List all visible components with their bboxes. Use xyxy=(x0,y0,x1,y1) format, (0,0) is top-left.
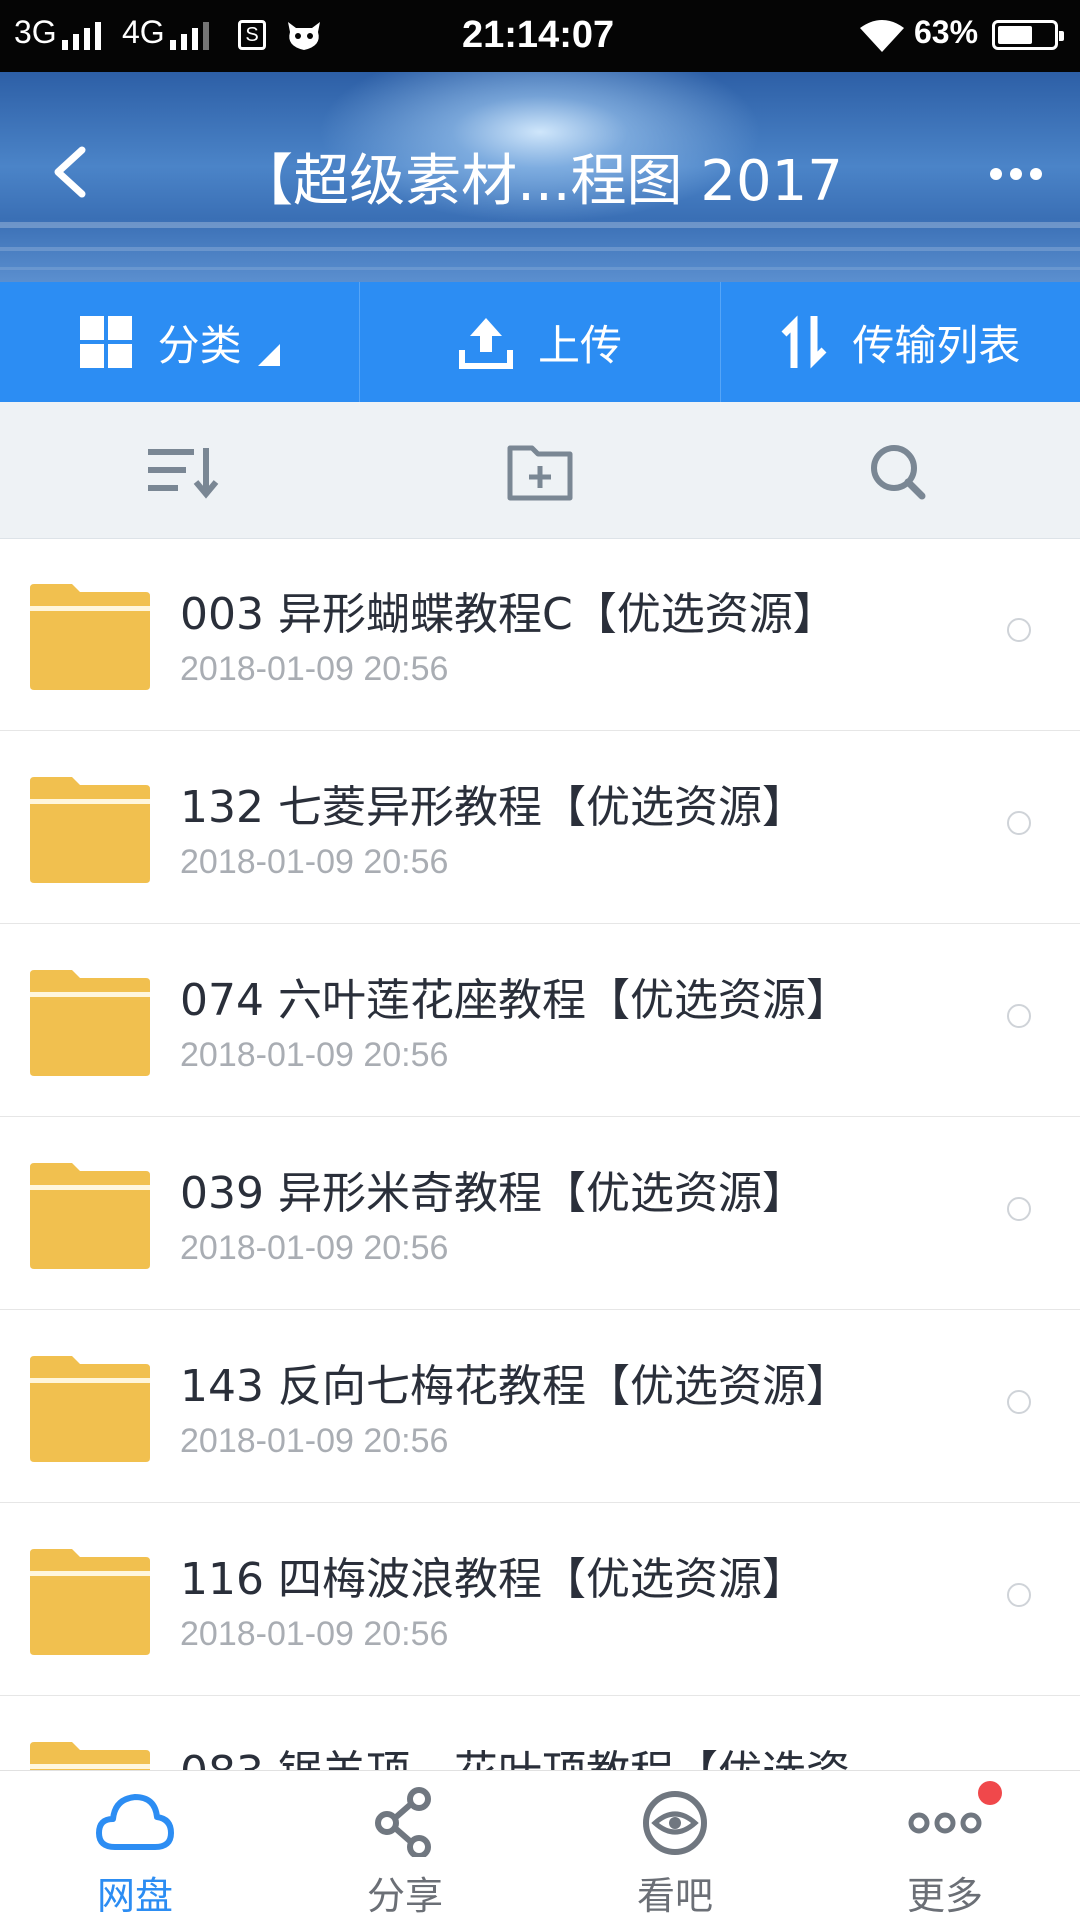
select-checkbox[interactable] xyxy=(1007,618,1031,642)
action-bar xyxy=(0,402,1080,539)
back-arrow-icon[interactable] xyxy=(44,142,104,202)
folder-icon xyxy=(30,970,150,1076)
file-name: 116 四梅波浪教程【优选资源】 xyxy=(180,1554,806,1605)
file-name: 039 异形米奇教程【优选资源】 xyxy=(180,1168,806,1219)
cow-notification-icon xyxy=(288,22,320,50)
cloud-icon xyxy=(96,1794,174,1850)
page-title: 【超级素材...程图 2017 xyxy=(237,149,843,214)
folder-icon xyxy=(30,1356,150,1462)
file-name: 074 六叶莲花座教程【优选资源】 xyxy=(180,975,850,1026)
file-name: 003 异形蝴蝶教程C【优选资源】 xyxy=(180,589,837,640)
wifi-icon xyxy=(860,20,904,52)
more-dots-icon xyxy=(908,1812,982,1834)
file-date: 2018-01-09 20:56 xyxy=(180,1422,449,1460)
upload-label: 上传 xyxy=(537,320,622,370)
more-options-icon[interactable] xyxy=(990,168,1042,180)
file-row[interactable]: 132 七菱异形教程【优选资源】 2018-01-09 20:56 xyxy=(0,731,1080,924)
file-row[interactable]: 003 异形蝴蝶教程C【优选资源】 2018-01-09 20:56 xyxy=(0,538,1080,731)
nav-more[interactable]: 更多 xyxy=(810,1771,1080,1921)
grid-icon xyxy=(79,316,132,368)
nav-netdisk[interactable]: 网盘 xyxy=(0,1771,270,1921)
upload-icon xyxy=(458,318,513,369)
nav-label: 网盘 xyxy=(96,1874,173,1918)
eye-icon xyxy=(643,1791,707,1855)
new-folder-icon[interactable] xyxy=(500,442,580,502)
select-checkbox[interactable] xyxy=(1007,1197,1031,1221)
folder-icon xyxy=(30,1742,150,1770)
file-date: 2018-01-09 20:56 xyxy=(180,650,449,688)
nav-share[interactable]: 分享 xyxy=(270,1771,540,1921)
file-row[interactable]: 074 六叶莲花座教程【优选资源】 2018-01-09 20:56 xyxy=(0,924,1080,1117)
bottom-navigation: 网盘 分享 看吧 更多 xyxy=(0,1770,1080,1921)
select-checkbox[interactable] xyxy=(1007,1583,1031,1607)
share-icon xyxy=(375,1787,431,1857)
nav-label: 看吧 xyxy=(636,1874,713,1918)
file-date: 2018-01-09 20:56 xyxy=(180,1615,449,1653)
clock: 21:14:07 xyxy=(462,14,615,56)
upload-button[interactable]: 上传 xyxy=(360,282,721,402)
transfer-list-label: 传输列表 xyxy=(852,320,1021,370)
select-checkbox[interactable] xyxy=(1007,1390,1031,1414)
toolbar: 分类 上传 传输列表 xyxy=(0,282,1080,402)
dropdown-triangle-icon xyxy=(257,344,280,366)
category-button[interactable]: 分类 xyxy=(0,282,361,402)
file-list: 003 异形蝴蝶教程C【优选资源】 2018-01-09 20:56 132 七菱异… xyxy=(0,538,1080,1770)
file-row[interactable]: 116 四梅波浪教程【优选资源】 2018-01-09 20:56 xyxy=(0,1503,1080,1696)
category-label: 分类 xyxy=(157,320,242,370)
file-date: 2018-01-09 20:56 xyxy=(180,1229,449,1267)
file-name: 143 反向七梅花教程【优选资源】 xyxy=(180,1361,850,1412)
app-notification-icon: S xyxy=(238,20,266,50)
file-row[interactable]: 143 反向七梅花教程【优选资源】 2018-01-09 20:56 xyxy=(0,1310,1080,1503)
signal-icon-2 xyxy=(170,20,209,50)
network-type-1: 3G xyxy=(14,14,57,50)
status-bar: 3G 4G S 21:14:07 63% xyxy=(0,0,1080,72)
network-type-2: 4G xyxy=(122,14,165,50)
battery-icon xyxy=(992,20,1064,50)
file-row[interactable]: 039 异形米奇教程【优选资源】 2018-01-09 20:56 xyxy=(0,1117,1080,1310)
sort-icon[interactable] xyxy=(144,442,224,502)
select-checkbox[interactable] xyxy=(1007,811,1031,835)
nav-label: 分享 xyxy=(366,1874,443,1918)
select-checkbox[interactable] xyxy=(1007,1004,1031,1028)
file-name: 132 七菱异形教程【优选资源】 xyxy=(180,782,806,833)
folder-icon xyxy=(30,584,150,690)
battery-percent: 63% xyxy=(914,14,979,50)
file-date: 2018-01-09 20:56 xyxy=(180,843,449,881)
transfer-arrows-icon xyxy=(781,315,827,369)
notification-badge xyxy=(978,1781,1002,1805)
folder-icon xyxy=(30,777,150,883)
signal-icon-1 xyxy=(62,20,101,50)
file-row[interactable]: 083 锯羊顶、花叶顶教程【优选资 xyxy=(0,1696,1080,1770)
file-date: 2018-01-09 20:56 xyxy=(180,1036,449,1074)
transfer-list-button[interactable]: 传输列表 xyxy=(721,282,1080,402)
file-name: 083 锯羊顶、花叶顶教程【优选资 xyxy=(180,1736,850,1770)
nav-label: 更多 xyxy=(906,1874,983,1918)
folder-icon xyxy=(30,1549,150,1655)
folder-header: 【超级素材...程图 2017 xyxy=(0,72,1080,282)
nav-kanba[interactable]: 看吧 xyxy=(540,1771,810,1921)
search-icon[interactable] xyxy=(860,442,940,502)
folder-icon xyxy=(30,1163,150,1269)
